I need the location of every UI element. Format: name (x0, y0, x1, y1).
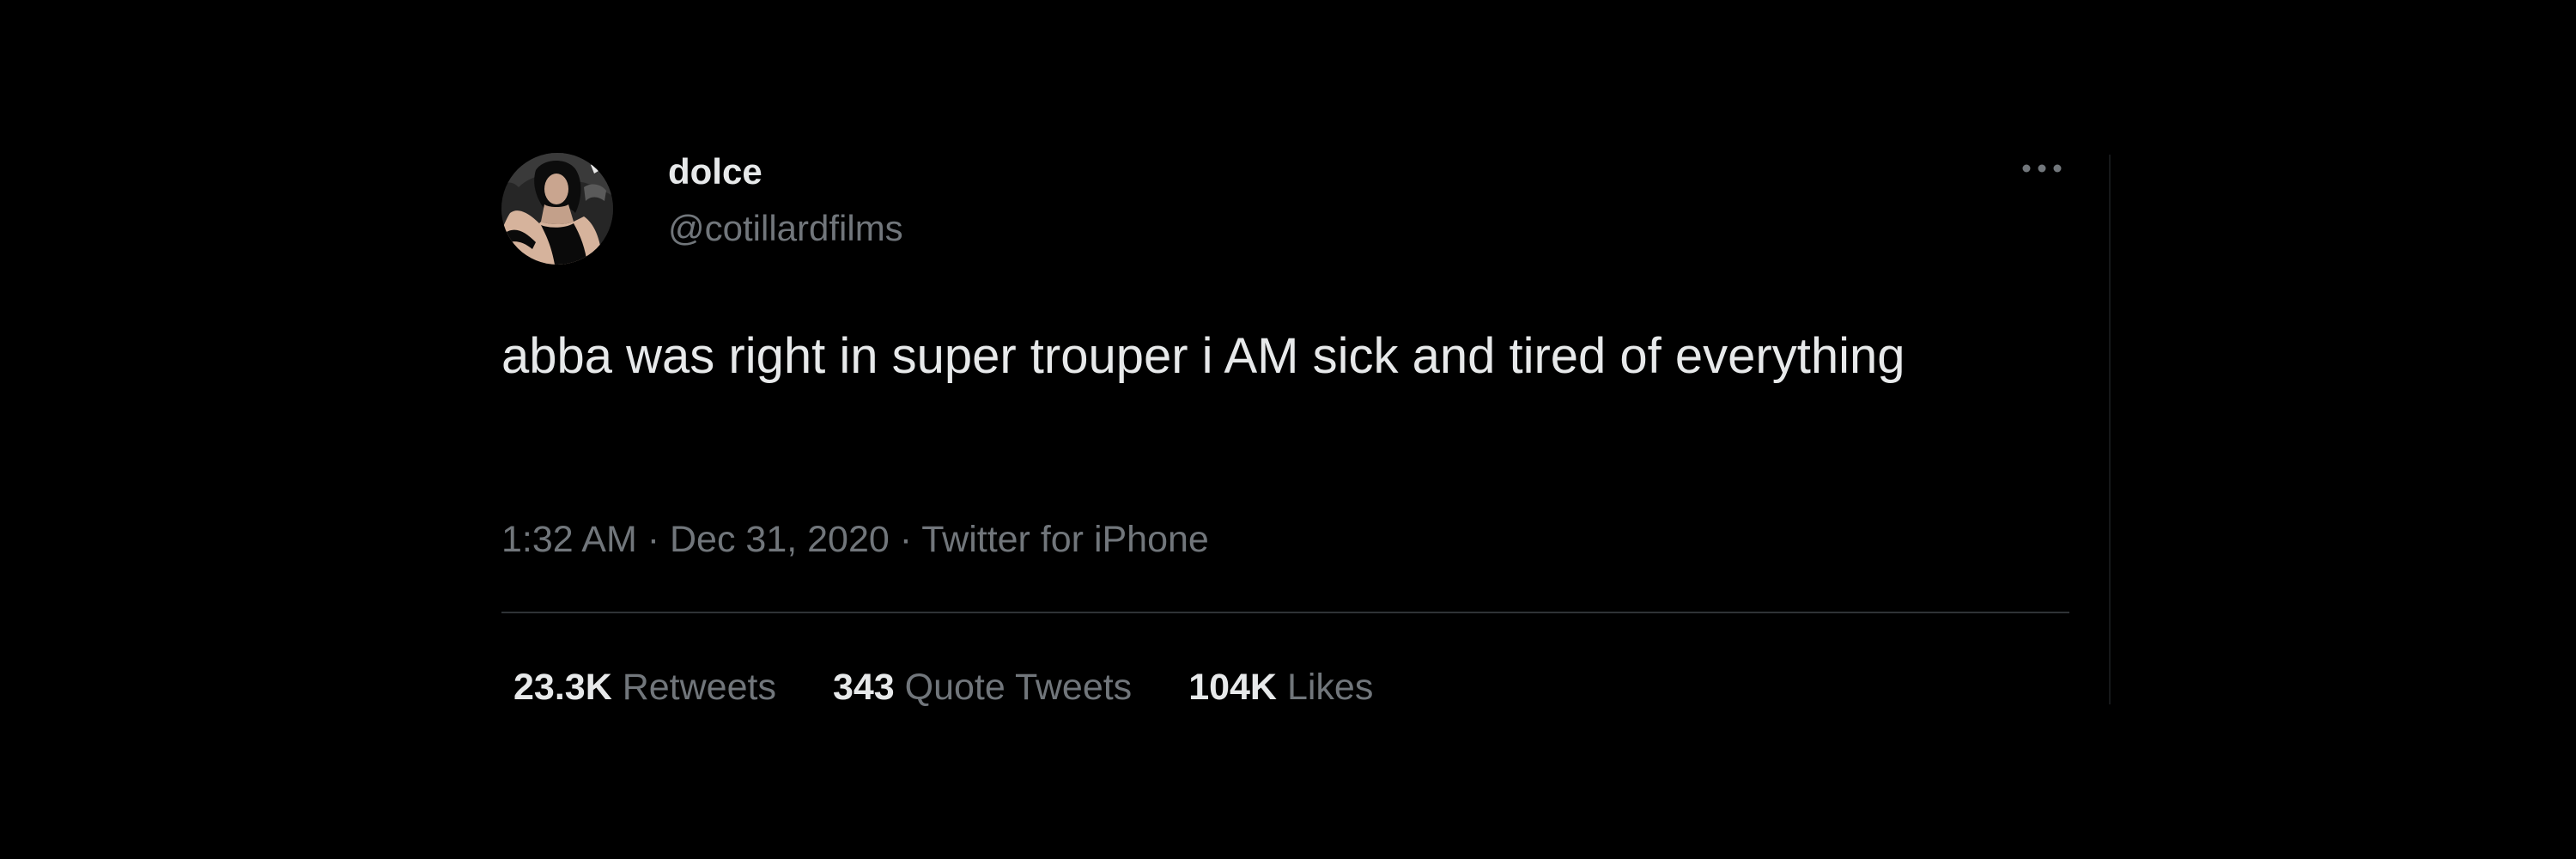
tweet-card: dolce @cotillardfilms abba was right in … (0, 0, 2576, 859)
avatar-photo (501, 153, 613, 265)
display-name[interactable]: dolce (668, 149, 762, 194)
retweets-stat[interactable]: 23.3K Retweets (513, 663, 776, 711)
meta-separator: · (899, 519, 913, 560)
quote-tweets-label: Quote Tweets (904, 667, 1133, 708)
tweet-date[interactable]: Dec 31, 2020 (670, 519, 890, 560)
meta-separator: · (647, 519, 660, 560)
tweet-source[interactable]: Twitter for iPhone (921, 519, 1209, 560)
tweet-stats: 23.3K Retweets 343 Quote Tweets 104K Lik… (513, 663, 1430, 711)
timeline-border (2109, 155, 2111, 704)
retweets-label: Retweets (622, 667, 776, 708)
more-options-button[interactable] (2014, 151, 2069, 186)
handle[interactable]: @cotillardfilms (668, 206, 903, 251)
more-horizontal-icon (2022, 164, 2062, 173)
divider (501, 612, 2069, 613)
likes-count: 104K (1188, 667, 1287, 708)
avatar[interactable] (501, 153, 613, 265)
tweet-text: abba was right in super trouper i AM sic… (501, 328, 1905, 384)
quote-tweets-stat[interactable]: 343 Quote Tweets (833, 663, 1132, 711)
likes-label: Likes (1286, 667, 1374, 708)
tweet-time[interactable]: 1:32 AM (501, 519, 637, 560)
quote-tweets-count: 343 (832, 667, 905, 708)
likes-stat[interactable]: 104K Likes (1188, 663, 1373, 711)
tweet-meta: 1:32 AM · Dec 31, 2020 · Twitter for iPh… (501, 515, 1209, 564)
retweets-count: 23.3K (513, 667, 623, 708)
